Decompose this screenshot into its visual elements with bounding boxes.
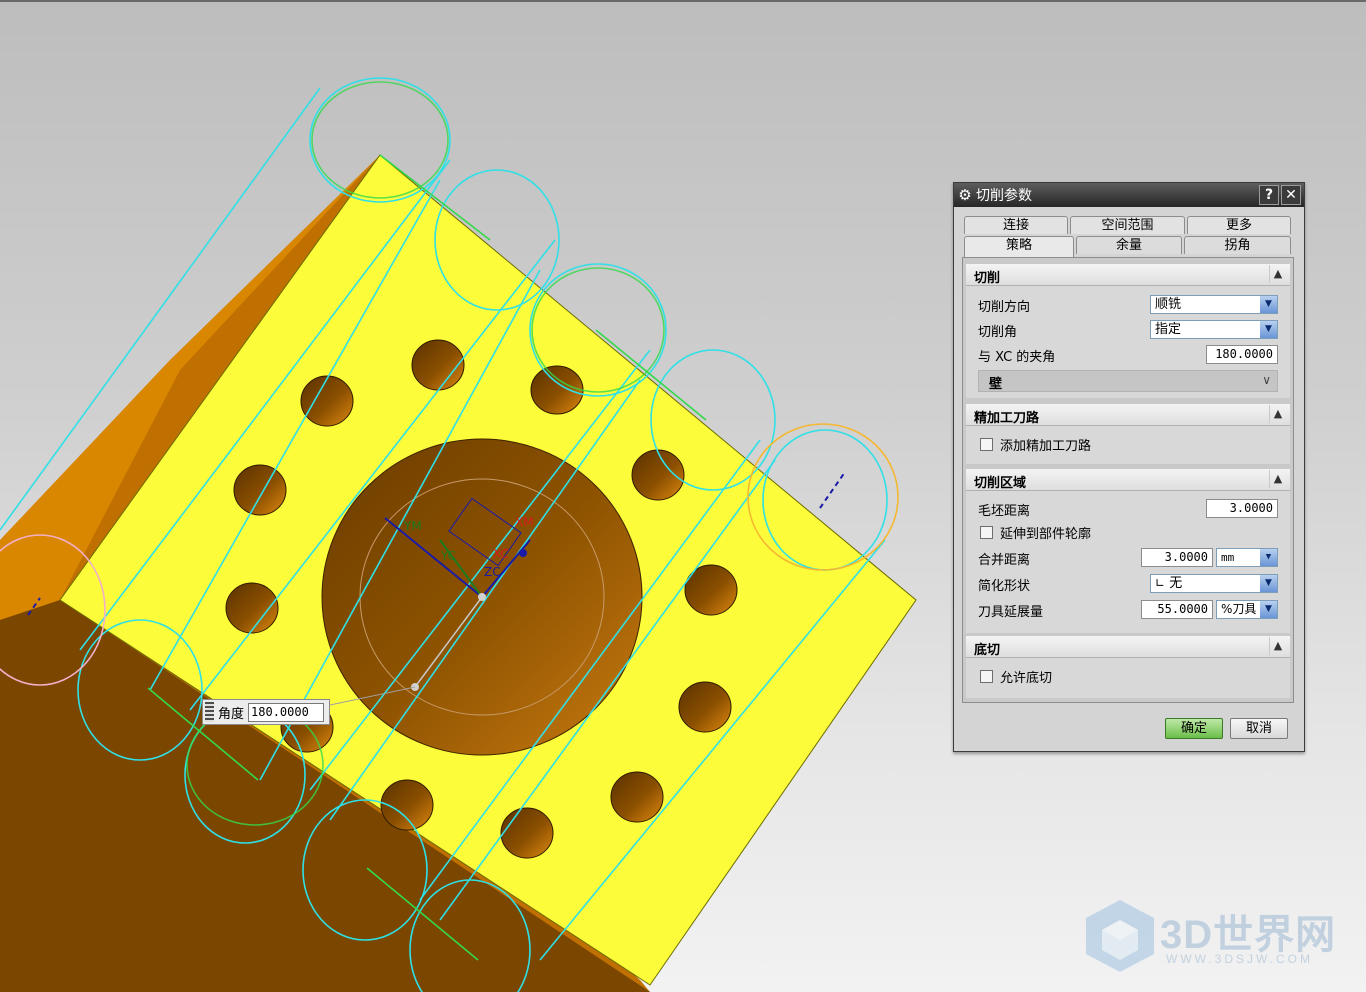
- cancel-button[interactable]: 取消: [1230, 718, 1288, 739]
- tab-strategy[interactable]: 策略: [964, 236, 1074, 257]
- cube-logo-icon: [1086, 900, 1154, 972]
- wall-subgroup[interactable]: 壁 ∨: [978, 370, 1278, 392]
- chevron-down-icon[interactable]: ▼: [1260, 296, 1277, 313]
- allow-undercut-checkbox[interactable]: [980, 670, 993, 683]
- dialog-title: 切削参数: [976, 188, 1032, 204]
- tab-corners[interactable]: 拐角: [1184, 236, 1291, 254]
- tab-row-back: 连接 空间范围 更多: [964, 216, 1293, 234]
- tool-extension-label: 刀具延展量: [978, 605, 1044, 620]
- gear-icon: ⚙: [958, 186, 972, 204]
- axis-label-xc: XC: [493, 547, 509, 561]
- section-finish-title: 精加工刀路: [974, 411, 1040, 426]
- extend-to-part-checkbox[interactable]: [980, 526, 993, 539]
- cut-angle-value: 指定: [1155, 322, 1182, 337]
- simplify-shape-label: 简化形状: [978, 579, 1031, 594]
- axis-label-yc: YC: [440, 549, 456, 563]
- cut-angle-label: 切削角: [978, 325, 1018, 340]
- angle-input-popup[interactable]: 角度 180.0000: [202, 699, 330, 725]
- tool-extension-input[interactable]: 55.0000: [1141, 600, 1213, 619]
- add-finish-pass-label: 添加精加工刀路: [1000, 439, 1092, 454]
- blank-distance-input[interactable]: 3.0000: [1206, 499, 1278, 518]
- axis-label-zc: ZC: [484, 565, 501, 579]
- simplify-shape-value: 无: [1169, 576, 1183, 591]
- collapse-up-icon[interactable]: ▲: [1269, 470, 1286, 488]
- strategy-panel: 切削 ▲ 切削方向 顺铣 ▼ 切削角 指定 ▼ 与 XC 的夹角 180.000…: [962, 257, 1294, 703]
- cut-angle-select[interactable]: 指定 ▼: [1150, 320, 1278, 339]
- collapse-up-icon[interactable]: ▲: [1269, 405, 1286, 423]
- dialog-titlebar[interactable]: ⚙ 切削参数 ? ✕: [954, 183, 1304, 207]
- cut-direction-value: 顺铣: [1155, 297, 1182, 312]
- tab-row-front: 策略 余量 拐角: [964, 236, 1293, 257]
- section-region-title: 切削区域: [974, 476, 1027, 491]
- merge-unit-select[interactable]: mm ▼: [1216, 548, 1278, 567]
- section-cutting-header[interactable]: 切削 ▲: [966, 264, 1290, 286]
- simplify-shape-select[interactable]: ∟ 无 ▼: [1150, 574, 1278, 593]
- chevron-down-icon[interactable]: ▼: [1260, 321, 1277, 338]
- collapse-up-icon[interactable]: ▲: [1269, 637, 1286, 655]
- allow-undercut-label: 允许底切: [1000, 671, 1053, 686]
- axis-label-ym: YM: [403, 519, 422, 533]
- xc-angle-label: 与 XC 的夹角: [978, 350, 1056, 365]
- tool-extension-unit-value: %刀具: [1221, 602, 1257, 616]
- merge-distance-label: 合并距离: [978, 553, 1031, 568]
- section-finish-body: 添加精加工刀路: [966, 426, 1290, 464]
- cut-direction-label: 切削方向: [978, 300, 1031, 315]
- add-finish-pass-checkbox[interactable]: [980, 438, 993, 451]
- tool-extension-unit-select[interactable]: %刀具 ▼: [1216, 600, 1278, 619]
- chevron-down-icon[interactable]: ∨: [1262, 373, 1271, 387]
- chevron-down-icon[interactable]: ▼: [1260, 575, 1277, 592]
- chevron-down-icon[interactable]: ▼: [1260, 601, 1277, 618]
- section-undercut-header[interactable]: 底切 ▲: [966, 636, 1290, 658]
- angle-label: 角度: [218, 706, 245, 722]
- section-undercut-body: 允许底切: [966, 658, 1290, 698]
- section-cutting-title: 切削: [974, 271, 1001, 286]
- cut-direction-select[interactable]: 顺铣 ▼: [1150, 295, 1278, 314]
- section-region-header[interactable]: 切削区域 ▲: [966, 469, 1290, 491]
- close-button[interactable]: ✕: [1281, 185, 1301, 205]
- tab-spatial-range[interactable]: 空间范围: [1070, 216, 1185, 234]
- tab-more[interactable]: 更多: [1187, 216, 1291, 234]
- ok-button[interactable]: 确定: [1165, 718, 1223, 739]
- drag-handle-icon[interactable]: [205, 702, 214, 722]
- chevron-down-icon[interactable]: ▼: [1260, 549, 1277, 566]
- axis-label-xm: XM: [515, 515, 534, 529]
- tab-connection[interactable]: 连接: [964, 216, 1068, 234]
- section-region-body: 毛坯距离 3.0000 延伸到部件轮廓 合并距离 3.0000 mm ▼ 简化形…: [966, 491, 1290, 633]
- corner-shape-icon: ∟: [1155, 576, 1166, 590]
- collapse-up-icon[interactable]: ▲: [1269, 265, 1286, 283]
- angle-input[interactable]: 180.0000: [248, 702, 325, 722]
- blank-distance-label: 毛坯距离: [978, 504, 1031, 519]
- xc-angle-input[interactable]: 180.0000: [1206, 345, 1278, 364]
- watermark: 3D世界网 WWW.3DSJW.COM: [1080, 896, 1350, 976]
- section-finish-header[interactable]: 精加工刀路 ▲: [966, 404, 1290, 426]
- merge-unit-value: mm: [1221, 551, 1235, 564]
- section-cutting-body: 切削方向 顺铣 ▼ 切削角 指定 ▼ 与 XC 的夹角 180.0000 壁 ∨: [966, 286, 1290, 398]
- section-undercut-title: 底切: [974, 643, 1001, 658]
- merge-distance-input[interactable]: 3.0000: [1141, 548, 1213, 567]
- help-button[interactable]: ?: [1259, 185, 1279, 205]
- cutting-parameters-dialog: ⚙ 切削参数 ? ✕ 连接 空间范围 更多 策略 余量 拐角 切削 ▲ 切削方向…: [953, 182, 1305, 752]
- tab-stock[interactable]: 余量: [1076, 236, 1182, 254]
- watermark-url: WWW.3DSJW.COM: [1166, 952, 1313, 966]
- extend-to-part-label: 延伸到部件轮廓: [1000, 527, 1092, 542]
- wall-title: 壁: [989, 377, 1003, 392]
